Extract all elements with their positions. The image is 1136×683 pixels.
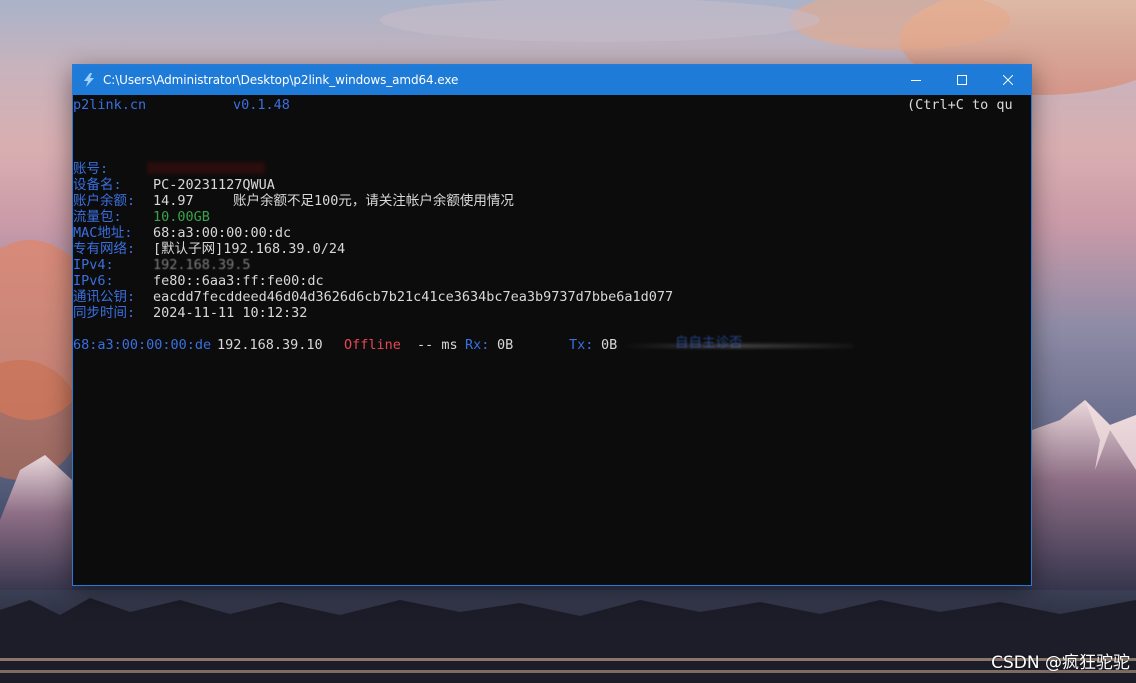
site-label: p2link.cn bbox=[73, 97, 147, 113]
sync-value: 2024-11-11 10:12:32 bbox=[153, 305, 308, 321]
network-label: 专有网络: bbox=[73, 241, 136, 257]
balance-label: 账户余额: bbox=[73, 193, 136, 209]
maximize-icon bbox=[957, 75, 967, 85]
exit-hint: (Ctrl+C to qu bbox=[907, 97, 1013, 113]
traffic-label: 流量包: bbox=[73, 209, 122, 225]
minimize-icon bbox=[911, 80, 921, 81]
peer-latency: -- ms bbox=[417, 337, 458, 353]
close-button[interactable] bbox=[985, 65, 1031, 95]
peer-mac: 68:a3:00:00:00:de bbox=[73, 337, 212, 353]
console-window[interactable]: C:\Users\Administrator\Desktop\p2link_wi… bbox=[72, 64, 1032, 586]
ipv4-label: IPv4: bbox=[73, 257, 114, 273]
mac-value: 68:a3:00:00:00:dc bbox=[153, 225, 292, 241]
mac-label: MAC地址: bbox=[73, 225, 133, 241]
lightning-app-icon bbox=[82, 73, 96, 87]
balance-warning: 账户余额不足100元，请关注帐户余额使用情况 bbox=[233, 193, 514, 209]
sync-label: 同步时间: bbox=[73, 305, 136, 321]
close-icon bbox=[1003, 75, 1013, 85]
title-bar[interactable]: C:\Users\Administrator\Desktop\p2link_wi… bbox=[73, 65, 1031, 95]
ipv6-label: IPv6: bbox=[73, 273, 114, 289]
balance-value: 14.97 bbox=[153, 193, 194, 209]
window-title: C:\Users\Administrator\Desktop\p2link_wi… bbox=[103, 73, 459, 87]
ipv4-value: 192.168.39.5 bbox=[153, 257, 251, 273]
peer-tx-label: Tx: bbox=[569, 337, 594, 353]
ipv6-value: fe80::6aa3:ff:fe00:dc bbox=[153, 273, 324, 289]
console-output[interactable]: p2link.cn v0.1.48 (Ctrl+C to qu 账号: 设备名:… bbox=[73, 95, 1031, 585]
pubkey-label: 通讯公钥: bbox=[73, 289, 136, 305]
peer-note: 自自主诊否 bbox=[675, 335, 743, 351]
device-value: PC-20231127QWUA bbox=[153, 177, 275, 193]
traffic-value: 10.00GB bbox=[153, 209, 210, 225]
csdn-watermark: CSDN @疯狂驼驼 bbox=[991, 653, 1130, 673]
pubkey-value: eacdd7fecddeed46d04d3626d6cb7b21c41ce363… bbox=[153, 289, 674, 305]
network-value: [默认子网]192.168.39.0/24 bbox=[153, 241, 346, 257]
window-controls bbox=[893, 65, 1031, 95]
version-label: v0.1.48 bbox=[233, 97, 290, 113]
peer-tx-value: 0B bbox=[601, 337, 618, 353]
peer-rx-value: 0B bbox=[497, 337, 514, 353]
minimize-button[interactable] bbox=[893, 65, 939, 95]
peer-status: Offline bbox=[344, 337, 401, 353]
peer-ip: 192.168.39.10 bbox=[217, 337, 323, 353]
maximize-button[interactable] bbox=[939, 65, 985, 95]
account-label: 账号: bbox=[73, 161, 109, 177]
account-redacted bbox=[147, 162, 265, 174]
peer-rx-label: Rx: bbox=[465, 337, 490, 353]
device-label: 设备名: bbox=[73, 177, 122, 193]
